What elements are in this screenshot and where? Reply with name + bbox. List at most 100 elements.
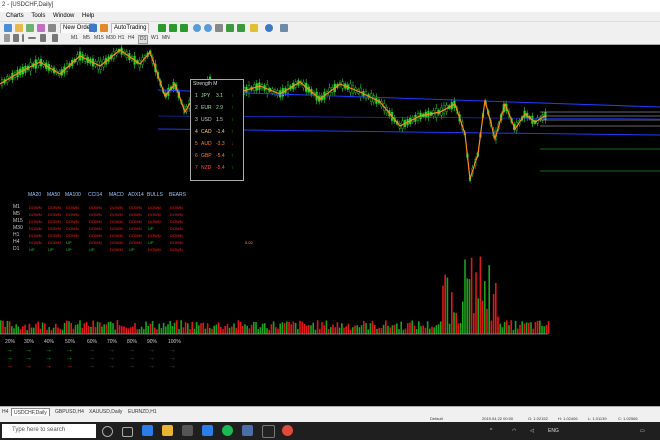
status-close: C: 1.02566 (618, 416, 638, 421)
tray-volume-icon[interactable]: ◁ (530, 428, 534, 434)
trendline-icon[interactable] (40, 34, 46, 42)
profiles-icon[interactable] (15, 24, 23, 32)
timeframe-m5[interactable]: M5 (82, 35, 91, 42)
bear-bar (319, 328, 321, 334)
period-icon[interactable] (265, 24, 273, 32)
timeframe-m15[interactable]: M15 (93, 35, 105, 42)
editor-icon[interactable] (89, 24, 97, 32)
taskbar-search[interactable]: Type here to search (2, 424, 96, 438)
market-watch-icon[interactable] (26, 24, 34, 32)
timeframe-mn[interactable]: MN (161, 35, 171, 42)
zoom-in-icon[interactable] (193, 24, 201, 32)
crosshair-icon[interactable] (13, 34, 19, 42)
chrome-icon[interactable] (282, 425, 293, 436)
bear-bar (275, 327, 277, 334)
terminal-icon[interactable] (48, 24, 56, 32)
bear-bar (378, 327, 380, 334)
task-view-icon[interactable] (122, 427, 133, 437)
auto-scroll-icon[interactable] (226, 24, 234, 32)
new-chart-icon[interactable] (4, 24, 12, 32)
strength-rank: 2 (195, 105, 198, 111)
bear-bar (299, 320, 301, 334)
chart-area[interactable]: Strength M 1 JPY 3.1 ↑ 2 EUR 2.9 ↑ 3 USD 1.5 ↑ 4 CAD -… (0, 44, 660, 406)
line-chart-icon[interactable] (180, 24, 188, 32)
menu-charts[interactable]: Charts (6, 12, 24, 21)
strength-value: -3.3 (216, 141, 225, 147)
cortana-icon[interactable] (102, 426, 113, 437)
menu-window[interactable]: Window (53, 12, 74, 21)
arrow-right-icon: → (45, 355, 52, 362)
edge-icon[interactable] (142, 425, 153, 436)
timeframe-w1[interactable]: W1 (150, 35, 160, 42)
bar-chart-icon[interactable] (158, 24, 166, 32)
bull-bar (382, 324, 385, 334)
tab-h4[interactable]: H4 (0, 408, 10, 416)
tray-notifications-icon[interactable]: ▭ (640, 428, 645, 434)
metatrader-icon[interactable] (242, 425, 253, 436)
tray-chevron-icon[interactable]: ^ (490, 428, 492, 434)
matrix-column-header: BULLS (147, 192, 163, 198)
bear-bar (4, 326, 6, 334)
timeframe-h1[interactable]: H1 (117, 35, 125, 42)
arrow-right-icon: → (66, 363, 73, 370)
bear-bar (479, 256, 482, 334)
timeframe-m30[interactable]: M30 (105, 35, 117, 42)
cursor-icon[interactable] (4, 34, 10, 42)
bear-bar (28, 323, 31, 334)
mail-icon[interactable] (202, 425, 213, 436)
file-explorer-icon[interactable] (162, 425, 173, 436)
bull-bar (187, 323, 189, 334)
tab-xauusd-daily[interactable]: XAUUSD,Daily (87, 408, 124, 416)
bull-bar (11, 326, 13, 334)
bull-bar (330, 327, 332, 334)
tile-windows-icon[interactable] (215, 24, 223, 32)
bull-bar (358, 327, 361, 334)
horizontal-line-icon[interactable] (28, 37, 36, 39)
bear-bar (81, 327, 83, 334)
strength-value: 1.5 (216, 117, 223, 123)
store-icon[interactable] (182, 425, 193, 436)
matrix-cell: DOWN (170, 226, 183, 231)
percentage-label: 90% (147, 339, 158, 345)
text-tool-icon[interactable] (52, 34, 58, 42)
arrow-right-icon: → (6, 355, 13, 362)
vertical-line-icon[interactable] (22, 34, 24, 42)
bull-bar (17, 326, 20, 334)
tab-gbpusd-h4[interactable]: GBPUSD,H4 (53, 408, 86, 416)
tab-eurnzd-h1[interactable]: EURNZD,H1 (126, 408, 159, 416)
bull-bar (468, 279, 471, 334)
tray-language-icon[interactable]: ENG (548, 428, 559, 434)
tray-wifi-icon[interactable]: ◠ (512, 428, 516, 434)
timeframe-d1[interactable]: D1 (138, 35, 149, 44)
arrow-right-icon: → (45, 347, 52, 354)
percentage-label: 100% (168, 339, 181, 345)
timeframe-m1[interactable]: M1 (70, 35, 79, 42)
bear-bar (231, 326, 233, 334)
matrix-row-label: M1 (13, 204, 20, 210)
indicators-icon[interactable] (250, 24, 258, 32)
bear-bar (57, 327, 59, 334)
bull-bar (360, 325, 363, 334)
matrix-cell: DOWN (89, 212, 102, 217)
bear-bar (200, 323, 202, 334)
templates-icon[interactable] (280, 24, 288, 32)
bear-bar (470, 257, 473, 334)
bull-bar (209, 327, 211, 334)
bull-bar (356, 325, 358, 334)
matrix-column-header: MA50 (47, 192, 61, 198)
navigator-icon[interactable] (37, 24, 45, 32)
zoom-out-icon[interactable] (204, 24, 212, 32)
app-icon[interactable] (262, 425, 275, 438)
bear-bar (127, 328, 130, 334)
chart-shift-icon[interactable] (237, 24, 245, 32)
bear-bar (129, 327, 132, 334)
bear-bar (528, 322, 530, 334)
signals-icon[interactable] (100, 24, 108, 32)
arrow-right-icon: → (108, 347, 115, 354)
bull-bar (213, 325, 215, 334)
menu-tools[interactable]: Tools (31, 12, 45, 21)
timeframe-h4[interactable]: H4 (127, 35, 135, 42)
spotify-icon[interactable] (222, 425, 233, 436)
menu-help[interactable]: Help (82, 12, 94, 21)
candle-chart-icon[interactable] (169, 24, 177, 32)
